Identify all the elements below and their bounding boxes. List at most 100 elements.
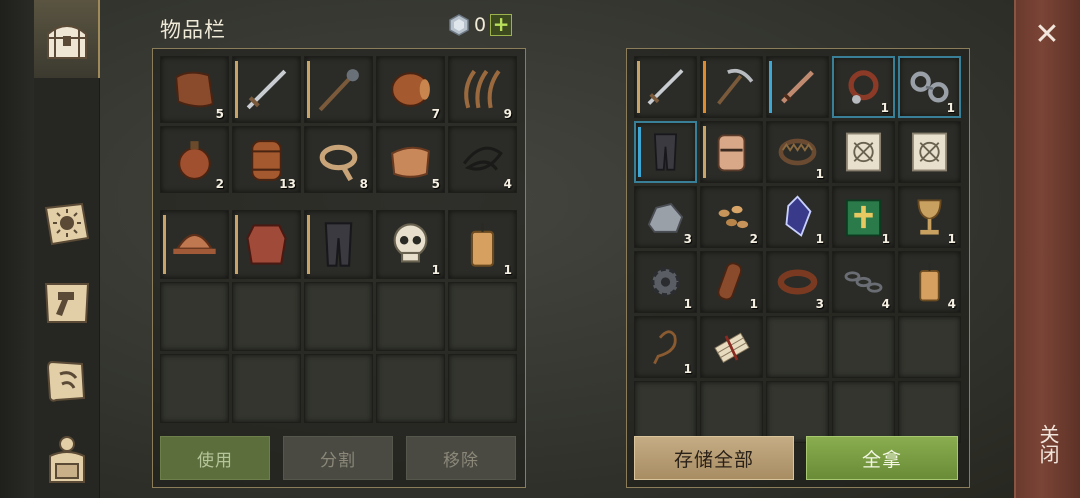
inventory-slot[interactable]: 5 — [160, 56, 229, 123]
item-quantity: 1 — [431, 263, 440, 277]
store-all-button[interactable]: 存储全部 — [634, 436, 794, 480]
empty-slot[interactable] — [232, 354, 301, 423]
inventory-slot[interactable] — [832, 121, 895, 183]
nav-map-button[interactable] — [34, 346, 100, 416]
inventory-slot[interactable] — [160, 210, 229, 279]
inventory-slot[interactable] — [232, 56, 301, 123]
rope-icon — [319, 144, 358, 182]
gem-icon — [449, 14, 469, 36]
inventory-slot[interactable]: 5 — [376, 126, 445, 193]
inventory-slot[interactable] — [634, 56, 697, 118]
inventory-slot[interactable]: 1 — [766, 121, 829, 183]
empty-slot[interactable] — [448, 354, 517, 423]
durability-bar — [703, 61, 706, 113]
close-label[interactable]: 关闭 — [1036, 424, 1060, 464]
item-quantity: 9 — [503, 107, 512, 121]
durability-bar — [637, 61, 640, 113]
map-scroll-icon — [46, 360, 86, 402]
inventory-slot[interactable]: 4 — [898, 251, 961, 313]
inventory-slot[interactable]: 1 — [766, 186, 829, 248]
durability-bar — [703, 126, 706, 178]
inventory-slot[interactable]: 8 — [304, 126, 373, 193]
empty-slot[interactable] — [832, 381, 895, 443]
fiber-icon — [464, 69, 501, 109]
durability-bar — [307, 215, 310, 274]
remove-button[interactable]: 移除 — [406, 436, 516, 480]
split-button[interactable]: 分割 — [283, 436, 393, 480]
item-quantity: 1 — [815, 232, 824, 246]
durability-bar — [307, 61, 310, 118]
empty-slot[interactable] — [832, 316, 895, 378]
item-quantity: 1 — [815, 167, 824, 181]
inventory-slot[interactable]: 3 — [766, 251, 829, 313]
empty-slot[interactable] — [700, 381, 763, 443]
gear-icon — [650, 267, 681, 297]
nav-crafting-button[interactable] — [34, 268, 100, 338]
chainmail-icon — [246, 224, 287, 265]
inventory-slot[interactable] — [898, 121, 961, 183]
inventory-slot[interactable] — [700, 56, 763, 118]
inventory-slot[interactable]: 1 — [898, 186, 961, 248]
inventory-slot[interactable] — [304, 210, 373, 279]
inventory-slot[interactable]: 1 — [832, 186, 895, 248]
inventory-slot[interactable] — [766, 56, 829, 118]
helmet-icon — [173, 233, 216, 255]
item-quantity: 1 — [503, 263, 512, 277]
empty-slot[interactable] — [766, 381, 829, 443]
inventory-slot[interactable]: 7 — [376, 56, 445, 123]
item-quantity: 4 — [947, 297, 956, 311]
durability-bar — [235, 215, 238, 274]
empty-slot[interactable] — [448, 282, 517, 351]
inventory-grid-top: 5 7 9 2 13 8 5 4 — [160, 56, 517, 193]
scroll-bundle-icon — [714, 332, 750, 364]
nav-character-button[interactable] — [34, 424, 100, 494]
skull-icon — [393, 223, 428, 263]
page-title: 物品栏 — [160, 18, 226, 42]
inventory-slot[interactable] — [700, 316, 763, 378]
inventory-slot[interactable]: 1 — [634, 251, 697, 313]
nav-skills-button[interactable] — [34, 190, 100, 260]
item-quantity: 1 — [683, 297, 692, 311]
empty-slot[interactable] — [160, 354, 229, 423]
empty-slot[interactable] — [376, 354, 445, 423]
empty-slot[interactable] — [304, 354, 373, 423]
inventory-slot[interactable] — [232, 210, 301, 279]
empty-slot[interactable] — [898, 316, 961, 378]
empty-slot[interactable] — [376, 282, 445, 351]
add-currency-button[interactable]: + — [490, 14, 513, 36]
inventory-slot[interactable]: 4 — [448, 126, 517, 193]
inventory-slot[interactable] — [700, 121, 763, 183]
item-quantity: 1 — [947, 232, 956, 246]
inventory-slot[interactable]: 4 — [832, 251, 895, 313]
empty-slot[interactable] — [898, 381, 961, 443]
empty-slot[interactable] — [232, 282, 301, 351]
empty-slot[interactable] — [766, 316, 829, 378]
empty-slot[interactable] — [304, 282, 373, 351]
inventory-slot[interactable] — [304, 56, 373, 123]
inventory-slot[interactable]: 1 — [700, 251, 763, 313]
use-button[interactable]: 使用 — [160, 436, 270, 480]
nav-inventory-button[interactable] — [34, 4, 100, 74]
item-quantity: 2 — [215, 177, 224, 191]
inventory-slot[interactable]: 2 — [700, 186, 763, 248]
item-quantity: 8 — [359, 177, 368, 191]
inventory-slot[interactable]: 3 — [634, 186, 697, 248]
close-icon[interactable]: ✕ — [1030, 18, 1064, 52]
inventory-slot[interactable]: 1 — [898, 56, 961, 118]
take-all-button[interactable]: 全拿 — [806, 436, 958, 480]
inventory-slot[interactable]: 1 — [376, 210, 445, 279]
inventory-slot[interactable]: 2 — [160, 126, 229, 193]
iron-ore-icon — [647, 203, 684, 233]
container-grid: 1 1 1 3 2 1 1 1 1 1 3 4 4 1 — [634, 56, 961, 443]
item-quantity: 13 — [279, 177, 296, 191]
inventory-slot[interactable] — [634, 121, 697, 183]
empty-slot[interactable] — [634, 381, 697, 443]
inventory-slot[interactable]: 13 — [232, 126, 301, 193]
inventory-slot[interactable]: 1 — [448, 210, 517, 279]
empty-slot[interactable] — [160, 282, 229, 351]
inventory-slot[interactable]: 1 — [634, 316, 697, 378]
inventory-slot[interactable]: 9 — [448, 56, 517, 123]
inventory-slot[interactable]: 1 — [832, 56, 895, 118]
cord-icon — [462, 146, 503, 171]
pickaxe-icon — [717, 68, 754, 105]
